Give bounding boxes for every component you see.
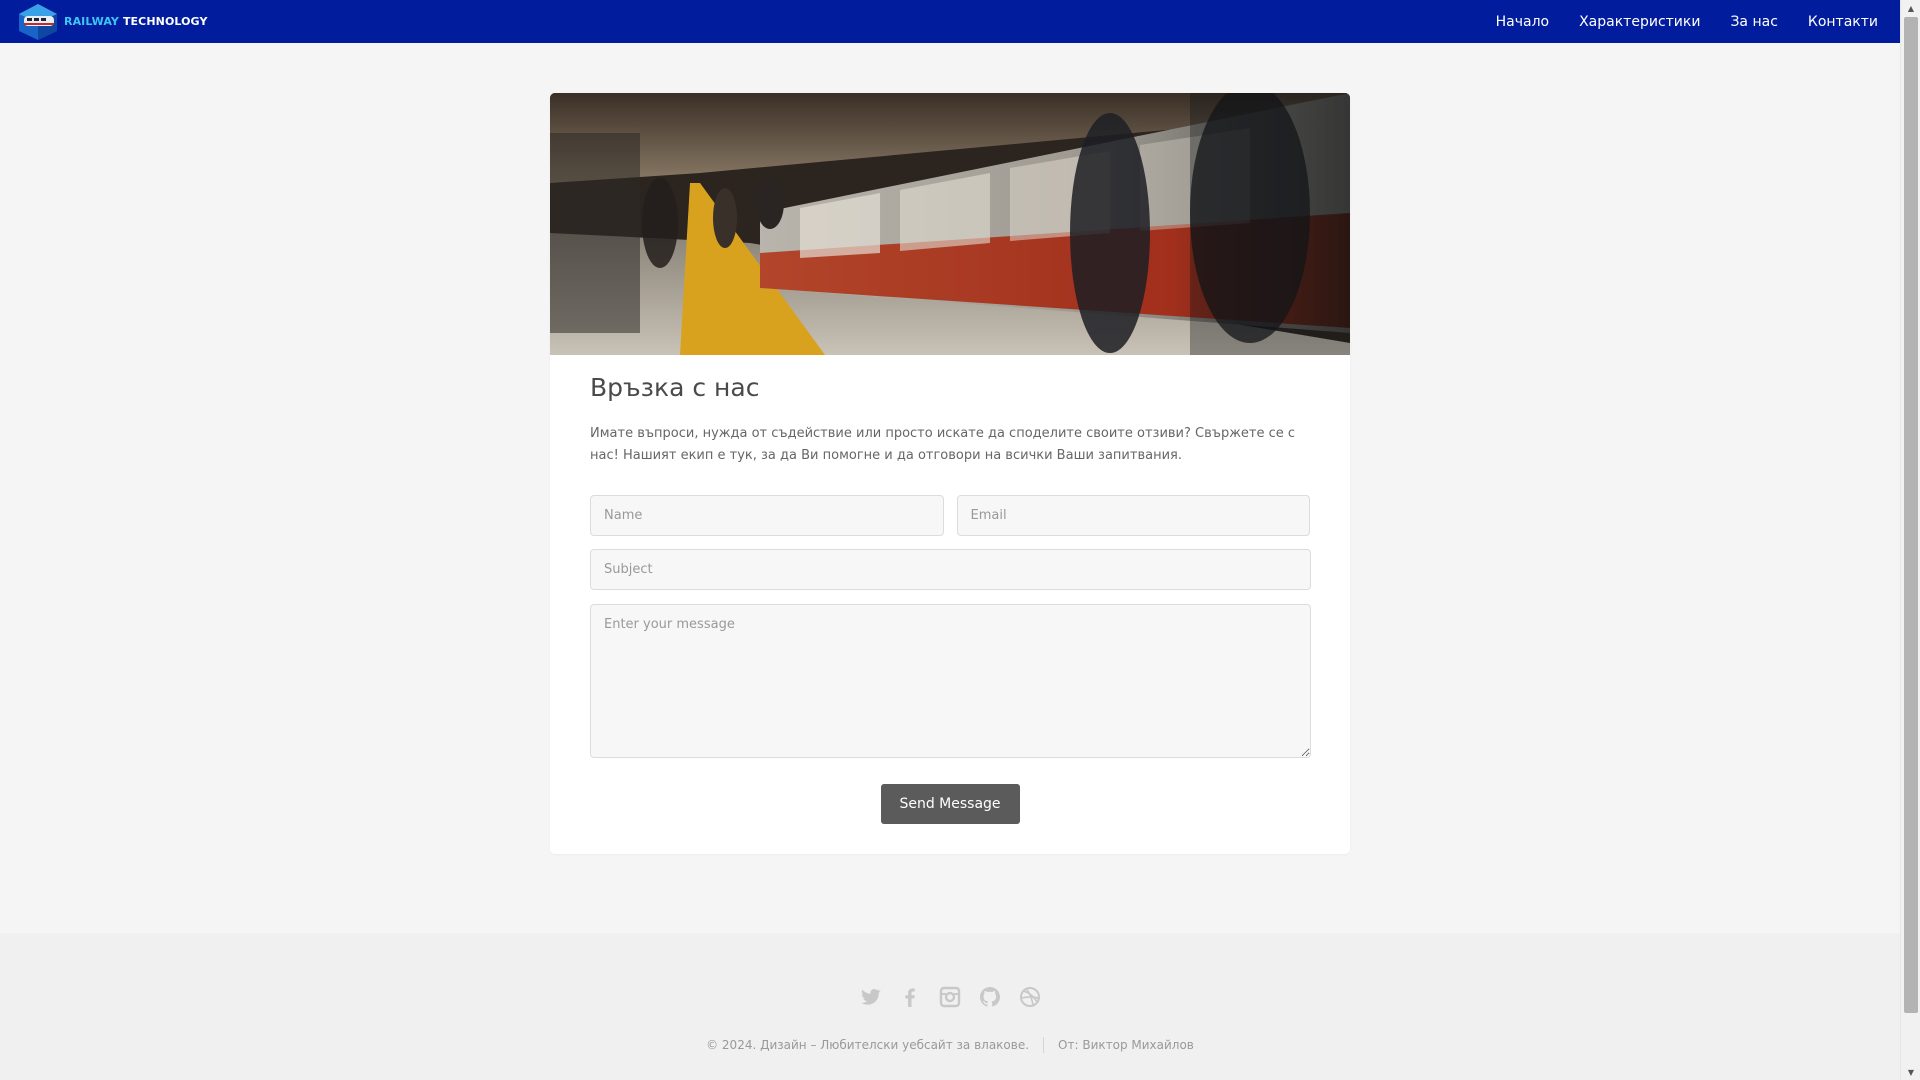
twitter-icon[interactable] bbox=[858, 985, 882, 1009]
footer-divider bbox=[1043, 1037, 1045, 1053]
brand-link[interactable]: RAILWAY TECHNOLOGY bbox=[16, 3, 208, 41]
name-email-row bbox=[590, 495, 1310, 536]
subject-field[interactable] bbox=[590, 549, 1311, 590]
contact-form: Send Message bbox=[590, 495, 1311, 824]
author-credit: От: Виктор Михайлов bbox=[1058, 1038, 1194, 1052]
instagram-icon[interactable] bbox=[938, 985, 962, 1009]
footer-credits: © 2024. Дизайн – Любителски уебсайт за в… bbox=[0, 1037, 1900, 1053]
name-field[interactable] bbox=[590, 495, 944, 536]
email-field[interactable] bbox=[956, 495, 1310, 536]
top-navbar: RAILWAY TECHNOLOGY Начало Характеристики… bbox=[0, 0, 1900, 43]
brand-name: RAILWAY TECHNOLOGY bbox=[64, 15, 208, 28]
brand-word-railway: RAILWAY bbox=[64, 15, 119, 28]
scroll-down-arrow-icon[interactable]: ▼ bbox=[1901, 1064, 1920, 1080]
scrollbar-thumb[interactable] bbox=[1904, 17, 1918, 1013]
page-scrollbar[interactable]: ▲ ▼ bbox=[1900, 0, 1920, 1080]
nav-item-features[interactable]: Характеристики bbox=[1579, 14, 1700, 30]
contact-description: Имате въпроси, нужда от съдействие или п… bbox=[590, 426, 1296, 463]
page-footer: © 2024. Дизайн – Любителски уебсайт за в… bbox=[0, 933, 1900, 1080]
contact-card: Връзка с нас Имате въпроси, нужда от съд… bbox=[550, 93, 1350, 854]
nav-item-home[interactable]: Начало bbox=[1496, 14, 1549, 30]
main-nav: Начало Характеристики За нас Контакти bbox=[1496, 14, 1878, 30]
brand-word-technology: TECHNOLOGY bbox=[122, 15, 208, 28]
dribbble-icon[interactable] bbox=[1018, 985, 1042, 1009]
copyright-text: © 2024. Дизайн – Любителски уебсайт за в… bbox=[706, 1038, 1030, 1052]
social-links bbox=[0, 985, 1900, 1009]
facebook-icon[interactable] bbox=[898, 985, 922, 1009]
subway-platform-photo bbox=[550, 93, 1350, 355]
train-logo-icon bbox=[19, 3, 57, 40]
send-message-button[interactable]: Send Message bbox=[880, 784, 1020, 824]
contact-form-section: Връзка с нас Имате въпроси, нужда от съд… bbox=[550, 355, 1350, 824]
scroll-up-arrow-icon[interactable]: ▲ bbox=[1901, 0, 1920, 16]
nav-item-about[interactable]: За нас bbox=[1730, 14, 1777, 30]
nav-item-contacts[interactable]: Контакти bbox=[1808, 14, 1878, 30]
message-textarea[interactable] bbox=[590, 604, 1311, 758]
contact-title: Връзка с нас bbox=[590, 373, 760, 402]
send-button-wrap: Send Message bbox=[590, 784, 1310, 824]
github-icon[interactable] bbox=[978, 985, 1002, 1009]
